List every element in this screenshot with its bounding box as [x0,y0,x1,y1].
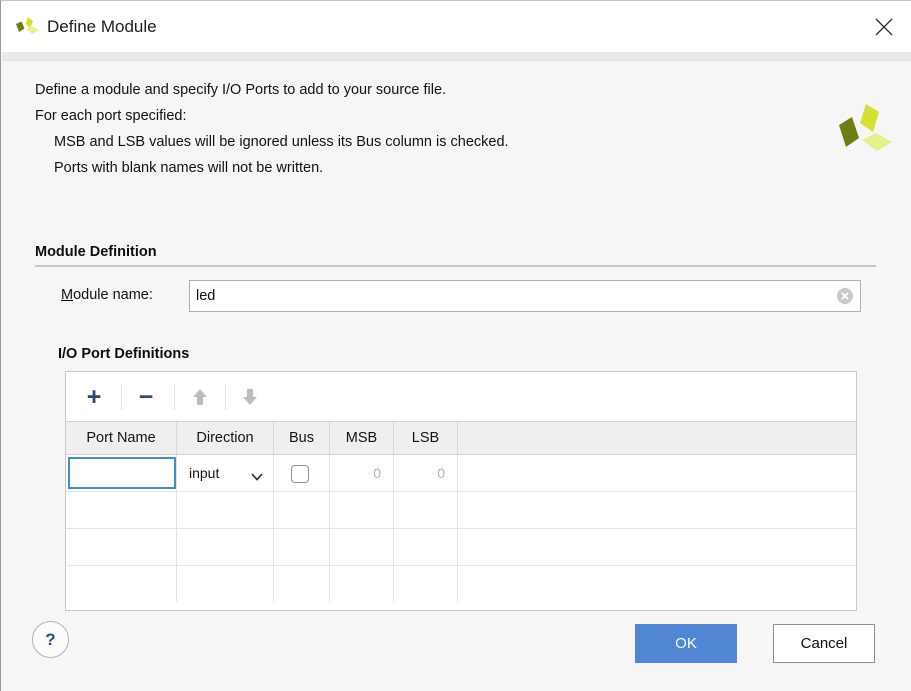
clear-circle-x-icon[interactable] [836,287,854,305]
column-header-lsb[interactable]: LSB [394,422,458,454]
cell-bus[interactable] [274,455,330,491]
cancel-button[interactable]: Cancel [773,624,875,663]
cell-direction[interactable] [177,492,274,528]
ok-button[interactable]: OK [635,624,737,663]
cell-bus[interactable] [274,529,330,565]
cell-filler [458,566,856,602]
cell-lsb[interactable] [394,492,458,528]
cell-filler [458,529,856,565]
column-header-direction[interactable]: Direction [177,422,274,454]
module-definition-separator [35,265,876,267]
cell-direction[interactable] [177,529,274,565]
io-ports-toolbar: + − [66,372,856,422]
cell-filler [458,492,856,528]
cell-msb[interactable]: 0 [330,455,394,491]
cell-lsb[interactable] [394,566,458,602]
toolbar-divider-2 [174,384,175,410]
module-name-label-rest: odule name: [73,287,153,303]
module-definition-group-label: Module Definition [35,244,157,260]
io-ports-table-header: Port Name Direction Bus MSB LSB [66,422,856,455]
close-icon[interactable] [865,9,903,45]
remove-port-button-label: − [138,382,154,411]
io-ports-group-label: I/O Port Definitions [58,346,190,362]
vivado-pinwheel-icon [15,17,41,39]
cell-msb[interactable] [330,566,394,602]
intro-line-2: For each port specified: [35,108,187,124]
cell-lsb[interactable]: 0 [394,455,458,491]
cell-direction[interactable]: input [177,455,274,491]
io-ports-table-body: input 0 0 [66,455,856,610]
arrow-up-icon[interactable] [176,378,224,416]
column-header-port-name[interactable]: Port Name [66,422,177,454]
port-name-input[interactable] [68,457,176,489]
titlebar-separator [2,52,911,61]
column-header-filler [458,422,856,454]
cell-port-name[interactable] [66,566,177,602]
module-name-input[interactable] [196,281,806,311]
define-module-dialog: Define Module Define a module and specif… [0,0,911,691]
column-header-msb[interactable]: MSB [330,422,394,454]
arrow-down-icon[interactable] [226,378,274,416]
module-name-label-mnemonic: M [61,287,74,303]
bus-checkbox[interactable] [291,465,309,483]
intro-line-3: MSB and LSB values will be ignored unles… [54,134,509,150]
cell-lsb[interactable] [394,529,458,565]
cell-msb[interactable] [330,492,394,528]
dialog-title: Define Module [47,17,157,36]
module-name-label: Module name: [61,287,153,303]
module-name-field-wrap [189,280,861,312]
cell-port-name[interactable] [66,492,177,528]
minus-icon[interactable]: − [122,378,170,416]
cell-bus[interactable] [274,566,330,602]
intro-text: Define a module and specify I/O Ports to… [35,77,735,181]
column-header-bus[interactable]: Bus [274,422,330,454]
question-mark-icon[interactable]: ? [32,621,69,658]
lsb-value: 0 [437,465,445,481]
cell-port-name[interactable] [66,455,177,491]
plus-icon[interactable]: + [70,378,118,416]
table-row[interactable]: input 0 0 [66,455,856,492]
cell-filler [458,455,856,491]
brand-pinwheel-icon [837,102,893,160]
io-ports-table: + − Port Name Direction Bus MSB LSB inpu… [65,371,857,611]
cell-direction[interactable] [177,566,274,602]
table-row[interactable] [66,566,856,603]
chevron-down-icon[interactable] [251,468,263,481]
cell-bus[interactable] [274,492,330,528]
cell-port-name[interactable] [66,529,177,565]
add-port-button-label: + [86,382,102,411]
cell-msb[interactable] [330,529,394,565]
msb-value: 0 [373,465,381,481]
table-row[interactable] [66,529,856,566]
table-row[interactable] [66,492,856,529]
dialog-titlebar: Define Module [1,1,911,52]
intro-line-1: Define a module and specify I/O Ports to… [35,82,447,98]
intro-line-4: Ports with blank names will not be writt… [54,160,324,176]
